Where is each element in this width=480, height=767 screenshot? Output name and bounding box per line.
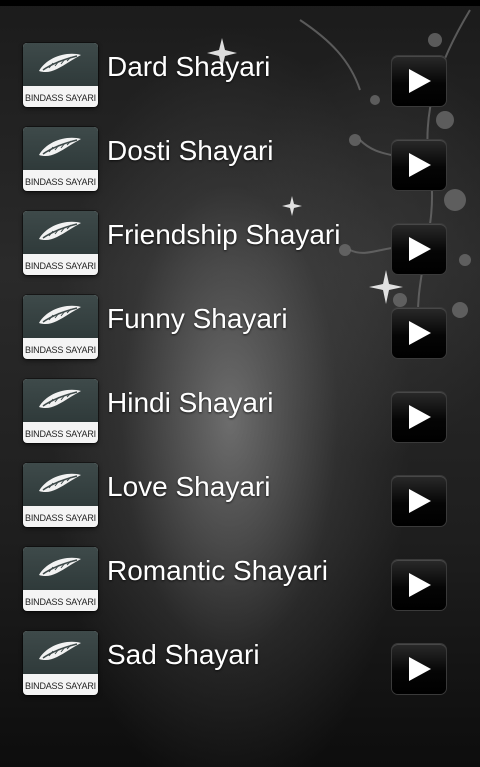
play-icon bbox=[409, 573, 431, 597]
category-thumbnail: BINDASS SAYARI bbox=[23, 463, 98, 527]
shayari-category-list: BINDASS SAYARI Dard Shayari BINDASS SAYA… bbox=[0, 25, 480, 697]
list-item[interactable]: BINDASS SAYARI Dard Shayari bbox=[0, 25, 480, 109]
play-button[interactable] bbox=[392, 392, 446, 442]
category-title[interactable]: Love Shayari bbox=[107, 471, 270, 503]
play-icon bbox=[409, 69, 431, 93]
list-item[interactable]: BINDASS SAYARI Dosti Shayari bbox=[0, 109, 480, 193]
thumbnail-banner bbox=[23, 463, 98, 506]
thumbnail-label: BINDASS SAYARI bbox=[25, 345, 96, 355]
category-title[interactable]: Romantic Shayari bbox=[107, 555, 328, 587]
category-title[interactable]: Funny Shayari bbox=[107, 303, 288, 335]
play-button[interactable] bbox=[392, 224, 446, 274]
thumbnail-label: BINDASS SAYARI bbox=[25, 429, 96, 439]
feather-pen-icon bbox=[39, 53, 81, 73]
list-item[interactable]: BINDASS SAYARI Funny Shayari bbox=[0, 277, 480, 361]
play-icon bbox=[409, 405, 431, 429]
thumbnail-label: BINDASS SAYARI bbox=[25, 513, 96, 523]
play-icon bbox=[409, 489, 431, 513]
thumbnail-banner bbox=[23, 295, 98, 338]
feather-pen-icon bbox=[39, 389, 81, 409]
thumbnail-banner bbox=[23, 379, 98, 422]
list-item[interactable]: BINDASS SAYARI Hindi Shayari bbox=[0, 361, 480, 445]
thumbnail-label: BINDASS SAYARI bbox=[25, 93, 96, 103]
category-thumbnail: BINDASS SAYARI bbox=[23, 211, 98, 275]
feather-pen-icon bbox=[39, 557, 81, 577]
play-button[interactable] bbox=[392, 476, 446, 526]
thumbnail-label: BINDASS SAYARI bbox=[25, 681, 96, 691]
thumbnail-banner bbox=[23, 211, 98, 254]
feather-pen-icon bbox=[39, 305, 81, 325]
category-title[interactable]: Hindi Shayari bbox=[107, 387, 274, 419]
list-item[interactable]: BINDASS SAYARI Friendship Shayari bbox=[0, 193, 480, 277]
play-button[interactable] bbox=[392, 560, 446, 610]
feather-pen-icon bbox=[39, 641, 81, 661]
play-icon bbox=[409, 153, 431, 177]
category-thumbnail: BINDASS SAYARI bbox=[23, 127, 98, 191]
thumbnail-banner bbox=[23, 631, 98, 674]
thumbnail-banner bbox=[23, 127, 98, 170]
thumbnail-banner bbox=[23, 43, 98, 86]
thumbnail-label: BINDASS SAYARI bbox=[25, 597, 96, 607]
feather-pen-icon bbox=[39, 137, 81, 157]
list-item[interactable]: BINDASS SAYARI Romantic Shayari bbox=[0, 529, 480, 613]
category-title[interactable]: Sad Shayari bbox=[107, 639, 260, 671]
category-title[interactable]: Dard Shayari bbox=[107, 51, 270, 83]
status-bar-strip bbox=[0, 0, 480, 6]
play-button[interactable] bbox=[392, 308, 446, 358]
play-icon bbox=[409, 237, 431, 261]
list-item[interactable]: BINDASS SAYARI Sad Shayari bbox=[0, 613, 480, 697]
play-button[interactable] bbox=[392, 644, 446, 694]
play-icon bbox=[409, 657, 431, 681]
thumbnail-banner bbox=[23, 547, 98, 590]
feather-pen-icon bbox=[39, 221, 81, 241]
category-thumbnail: BINDASS SAYARI bbox=[23, 379, 98, 443]
list-item[interactable]: BINDASS SAYARI Love Shayari bbox=[0, 445, 480, 529]
category-thumbnail: BINDASS SAYARI bbox=[23, 295, 98, 359]
category-title[interactable]: Friendship Shayari bbox=[107, 219, 340, 251]
category-thumbnail: BINDASS SAYARI bbox=[23, 547, 98, 611]
thumbnail-label: BINDASS SAYARI bbox=[25, 261, 96, 271]
category-thumbnail: BINDASS SAYARI bbox=[23, 631, 98, 695]
play-button[interactable] bbox=[392, 56, 446, 106]
feather-pen-icon bbox=[39, 473, 81, 493]
play-button[interactable] bbox=[392, 140, 446, 190]
category-thumbnail: BINDASS SAYARI bbox=[23, 43, 98, 107]
thumbnail-label: BINDASS SAYARI bbox=[25, 177, 96, 187]
play-icon bbox=[409, 321, 431, 345]
category-title[interactable]: Dosti Shayari bbox=[107, 135, 274, 167]
